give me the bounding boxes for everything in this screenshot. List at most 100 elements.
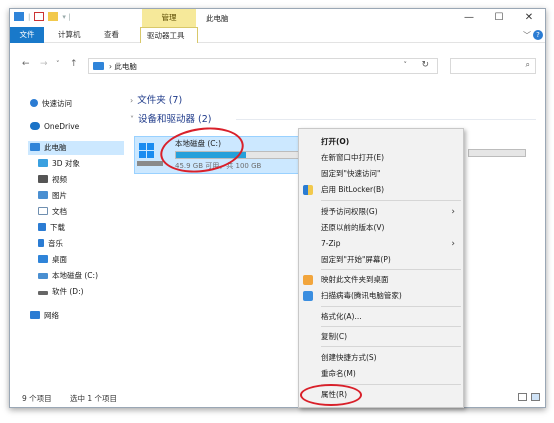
- item-count: 9 个项目: [22, 394, 52, 403]
- ribbon-tabs: 文件 计算机 查看 驱动器工具 ﹀ ?: [10, 27, 545, 43]
- chevron-down-icon: ˅: [130, 115, 134, 124]
- close-button[interactable]: ✕: [514, 9, 544, 27]
- status-bar: 9 个项目 选中 1 个项目: [10, 389, 545, 407]
- menu-item-create-shortcut[interactable]: 创建快捷方式(S): [299, 351, 463, 365]
- menu-separator: [321, 269, 461, 270]
- sidebar-item-quick-access[interactable]: 快速访问: [30, 97, 72, 111]
- chevron-right-icon: ›: [451, 239, 455, 249]
- ribbon-expand-icon[interactable]: ﹀: [523, 30, 531, 41]
- star-icon: [30, 99, 38, 107]
- menu-item-bitlocker[interactable]: 启用 BitLocker(B): [299, 183, 463, 197]
- menu-separator: [321, 200, 461, 201]
- file-explorer-window: | ▾ | 管理 此电脑 — ☐ ✕ 文件 计算机 查看 驱动器工具 ﹀ ? ←…: [9, 8, 546, 408]
- window-title: 此电脑: [206, 14, 229, 23]
- menu-item-rename[interactable]: 重命名(M): [299, 367, 463, 381]
- menu-item-open-new-window[interactable]: 在新窗口中打开(E): [299, 151, 463, 165]
- context-menu: 打开(O) 在新窗口中打开(E) 固定到"快速访问" 启用 BitLocker(…: [298, 128, 464, 408]
- menu-separator: [321, 306, 461, 307]
- large-icons-view-button[interactable]: [531, 393, 540, 401]
- menu-separator: [321, 326, 461, 327]
- sidebar-item-3d-objects[interactable]: 3D 对象: [38, 157, 80, 171]
- drive-icon: [38, 291, 48, 295]
- antivirus-icon: [303, 291, 313, 301]
- group-drives[interactable]: ˅ 设备和驱动器 (2): [130, 111, 211, 125]
- minimize-button[interactable]: —: [454, 9, 484, 27]
- drive-d-usage-bar: [468, 149, 526, 157]
- quick-access-toolbar: | ▾ |: [14, 12, 70, 21]
- chevron-right-icon: ›: [130, 96, 134, 105]
- windows-drive-icon: [139, 143, 154, 158]
- group-folders-label: 文件夹 (7): [137, 95, 183, 106]
- annotation-circle-properties: [300, 384, 362, 406]
- cube-icon: [38, 159, 48, 167]
- film-icon: [38, 175, 48, 183]
- tab-file[interactable]: 文件: [10, 27, 44, 43]
- computer-icon: [93, 62, 104, 70]
- navigation-bar: ← → ˅ ↑ › 此电脑 ˅ ↻ ⌕: [10, 55, 545, 77]
- desktop-icon: [38, 255, 48, 263]
- sidebar-item-this-pc[interactable]: 此电脑: [28, 141, 124, 155]
- sidebar-item-drive-c[interactable]: 本地磁盘 (C:): [38, 269, 98, 283]
- document-icon: [38, 207, 48, 215]
- music-icon: [38, 239, 44, 247]
- menu-item-7zip[interactable]: 7-Zip ›: [299, 237, 463, 251]
- details-view-button[interactable]: [518, 393, 527, 401]
- navigation-pane: 快速访问 OneDrive 此电脑 3D 对象 视频 图片 文档 下载 音乐 桌…: [10, 89, 126, 389]
- breadcrumb-separator: ›: [109, 62, 112, 71]
- menu-item-open[interactable]: 打开(O): [299, 135, 463, 149]
- group-folders[interactable]: › 文件夹 (7): [130, 92, 182, 106]
- sidebar-item-pictures[interactable]: 图片: [38, 189, 67, 203]
- sidebar-item-onedrive[interactable]: OneDrive: [30, 120, 79, 134]
- group-divider: [236, 119, 536, 120]
- tab-computer[interactable]: 计算机: [52, 27, 87, 43]
- qat-dropdown-icon[interactable]: ▾ |: [62, 13, 70, 21]
- computer-icon: [30, 143, 40, 151]
- new-folder-icon[interactable]: [48, 12, 59, 21]
- chevron-right-icon: ›: [451, 207, 455, 217]
- sidebar-item-downloads[interactable]: 下载: [38, 221, 65, 235]
- help-icon[interactable]: ?: [533, 30, 543, 40]
- search-icon: ⌕: [525, 60, 530, 69]
- breadcrumb-this-pc[interactable]: 此电脑: [114, 62, 137, 71]
- up-button[interactable]: ↑: [70, 59, 78, 69]
- picture-icon: [38, 191, 48, 199]
- forward-button[interactable]: →: [40, 59, 48, 69]
- refresh-icon[interactable]: ↻: [421, 60, 429, 70]
- tab-manage[interactable]: 管理: [142, 9, 196, 27]
- maximize-button[interactable]: ☐: [484, 9, 514, 27]
- sidebar-item-documents[interactable]: 文档: [38, 205, 67, 219]
- sidebar-item-videos[interactable]: 视频: [38, 173, 67, 187]
- drive-c-icon: [38, 273, 48, 279]
- computer-icon: [14, 12, 24, 21]
- network-icon: [30, 311, 40, 319]
- cloud-icon: [30, 122, 40, 130]
- sidebar-item-drive-d[interactable]: 软件 (D:): [38, 285, 84, 299]
- menu-item-scan-virus[interactable]: 扫描病毒(腾讯电脑管家): [299, 289, 463, 303]
- menu-item-copy[interactable]: 复制(C): [299, 330, 463, 344]
- sidebar-item-desktop[interactable]: 桌面: [38, 253, 67, 267]
- menu-separator: [321, 346, 461, 347]
- folder-map-icon: [303, 275, 313, 285]
- tab-view[interactable]: 查看: [98, 27, 125, 43]
- menu-item-pin-start[interactable]: 固定到"开始"屏幕(P): [299, 253, 463, 267]
- download-icon: [38, 223, 46, 231]
- address-dropdown-icon[interactable]: ˅: [404, 61, 408, 69]
- address-bar[interactable]: › 此电脑 ˅ ↻: [88, 58, 438, 74]
- search-input[interactable]: ⌕: [450, 58, 536, 74]
- menu-item-pin-quick-access[interactable]: 固定到"快速访问": [299, 167, 463, 181]
- recent-locations-button[interactable]: ˅: [56, 60, 60, 68]
- shield-icon: [303, 185, 313, 195]
- menu-item-restore-versions[interactable]: 还原以前的版本(V): [299, 221, 463, 235]
- menu-item-format[interactable]: 格式化(A)...: [299, 310, 463, 324]
- sidebar-item-music[interactable]: 音乐: [38, 237, 63, 251]
- sidebar-item-network[interactable]: 网络: [30, 309, 59, 323]
- menu-item-map-to-desktop[interactable]: 映射此文件夹到桌面: [299, 273, 463, 287]
- menu-item-grant-access[interactable]: 授予访问权限(G) ›: [299, 205, 463, 219]
- title-bar: | ▾ | 管理 此电脑 — ☐ ✕: [10, 9, 545, 27]
- group-drives-label: 设备和驱动器 (2): [138, 114, 212, 125]
- back-button[interactable]: ←: [22, 59, 30, 69]
- drive-body-icon: [137, 161, 163, 166]
- properties-icon[interactable]: [34, 12, 45, 21]
- tab-drive-tools[interactable]: 驱动器工具: [140, 27, 198, 43]
- selection-count: 选中 1 个项目: [70, 394, 118, 403]
